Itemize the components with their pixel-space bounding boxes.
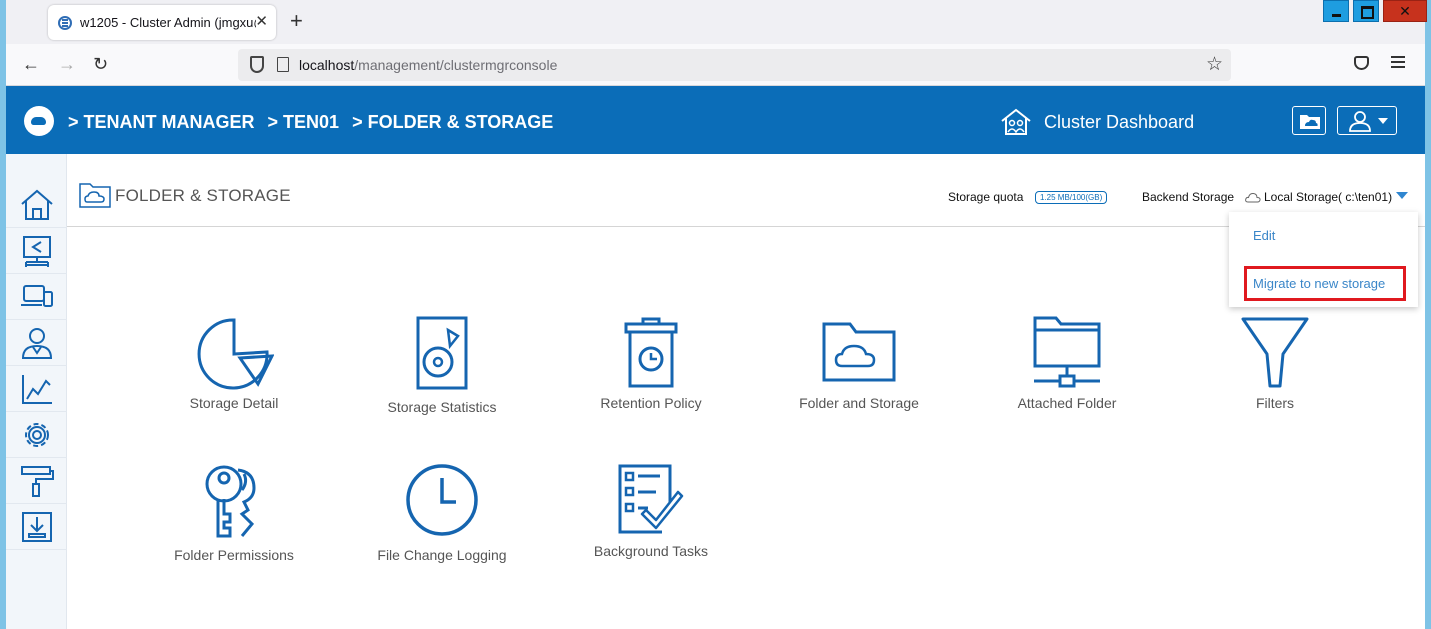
folder-button[interactable] xyxy=(1292,106,1326,135)
backend-storage-label: Backend Storage xyxy=(1142,190,1235,204)
logo[interactable] xyxy=(24,106,54,136)
tab-title: w1205 - Cluster Admin (jmgxu@ xyxy=(80,15,256,30)
backend-storage-value[interactable]: Local Storage( c:\ten01) xyxy=(1245,190,1392,204)
back-button[interactable]: ← xyxy=(22,54,40,74)
trash-clock-icon xyxy=(624,317,678,388)
hard-drive-icon xyxy=(416,316,468,390)
maximize-button[interactable] xyxy=(1353,0,1379,22)
window-controls: ✕ xyxy=(1319,0,1427,22)
sidebar-item-reports[interactable] xyxy=(6,366,67,412)
storage-quota-badge: 1.25 MB/100(GB) xyxy=(1035,191,1108,204)
tile-folder-permissions[interactable]: Folder Permissions xyxy=(144,460,324,590)
user-icon xyxy=(1349,111,1388,132)
chart-icon xyxy=(21,374,52,404)
highlight-box xyxy=(1244,266,1406,301)
cloud-icon xyxy=(1245,192,1261,202)
tile-filters[interactable]: Filters xyxy=(1185,312,1365,442)
page-title: FOLDER & STORAGE xyxy=(115,186,291,205)
share-monitor-icon xyxy=(22,235,51,267)
backend-storage-dropdown: Edit Migrate to new storage xyxy=(1229,212,1418,307)
chevron-down-icon[interactable] xyxy=(1396,192,1408,199)
url-path: /management/clustermgrconsole xyxy=(354,57,558,73)
pocket-icon[interactable] xyxy=(1354,56,1369,70)
sidebar-item-devices[interactable] xyxy=(6,274,67,320)
download-icon xyxy=(21,511,52,542)
breadcrumb: > TENANT MANAGER > TEN01 > FOLDER & STOR… xyxy=(68,112,561,133)
tile-label: Storage Detail xyxy=(189,395,279,411)
url-host: localhost xyxy=(299,57,355,73)
tile-attached-folder[interactable]: Attached Folder xyxy=(977,312,1157,442)
keys-icon xyxy=(205,465,256,538)
cluster-dashboard-link[interactable]: Cluster Dashboard xyxy=(1044,112,1194,133)
url-bar[interactable]: localhost/management/clustermgrconsole ☆ xyxy=(238,49,1231,81)
tile-label: Filters xyxy=(1255,395,1295,411)
sidebar-item-download[interactable] xyxy=(6,504,67,550)
home-icon xyxy=(20,189,53,220)
url-text[interactable]: localhost/management/clustermgrconsole xyxy=(299,57,557,73)
tile-label: Retention Policy xyxy=(600,395,702,411)
tile-label: Folder Permissions xyxy=(174,547,294,563)
storage-quota-label: Storage quota xyxy=(948,190,1024,204)
minimize-button[interactable] xyxy=(1323,0,1349,22)
forward-button[interactable]: → xyxy=(58,54,76,74)
tile-label: Folder and Storage xyxy=(799,395,919,411)
tile-label: Attached Folder xyxy=(1017,395,1117,411)
shield-icon[interactable] xyxy=(250,56,264,73)
window-frame-right xyxy=(1425,0,1431,629)
tile-folder-and-storage[interactable]: Folder and Storage xyxy=(769,312,949,442)
tile-label: File Change Logging xyxy=(377,547,507,563)
favicon-icon xyxy=(58,15,72,30)
window-close-button[interactable]: ✕ xyxy=(1383,0,1427,22)
network-folder-icon xyxy=(1033,316,1101,388)
house-users-icon[interactable] xyxy=(1000,108,1032,136)
tile-label: Background Tasks xyxy=(593,543,709,559)
user-icon xyxy=(21,327,52,359)
sidebar-item-settings[interactable] xyxy=(6,412,67,458)
app-header: > TENANT MANAGER > TEN01 > FOLDER & STOR… xyxy=(6,86,1425,154)
sidebar-item-users[interactable] xyxy=(6,320,67,366)
user-menu-button[interactable] xyxy=(1337,106,1397,135)
sidebar-item-share[interactable] xyxy=(6,228,67,274)
paint-roller-icon xyxy=(20,465,54,497)
settings-icon xyxy=(24,422,49,447)
browser-tab[interactable]: w1205 - Cluster Admin (jmgxu@ ✕ xyxy=(48,5,276,40)
backend-storage-text: Local Storage( c:\ten01) xyxy=(1264,190,1393,204)
page-icon xyxy=(277,57,289,72)
edit-menu-item[interactable]: Edit xyxy=(1253,228,1275,243)
tile-storage-detail[interactable]: Storage Detail xyxy=(144,312,324,442)
checklist-icon xyxy=(618,464,684,534)
sidebar-item-branding[interactable] xyxy=(6,458,67,504)
tile-retention-policy[interactable]: Retention Policy xyxy=(561,312,741,442)
bookmark-star-icon[interactable]: ☆ xyxy=(1206,53,1223,76)
tile-storage-statistics[interactable]: Storage Statistics xyxy=(352,312,532,442)
sidebar-item-home[interactable] xyxy=(6,182,67,228)
new-tab-button[interactable]: + xyxy=(290,10,303,32)
cloud-folder-icon xyxy=(822,322,896,382)
page-header: FOLDER & STORAGE Storage quota 1.25 MB/1… xyxy=(67,154,1425,227)
breadcrumb-ten01[interactable]: > TEN01 xyxy=(268,112,340,132)
tile-background-tasks[interactable]: Background Tasks xyxy=(561,460,741,590)
cloud-folder-icon xyxy=(79,183,111,208)
browser-tab-bar: w1205 - Cluster Admin (jmgxu@ ✕ + xyxy=(6,0,1425,44)
sidebar xyxy=(6,154,67,629)
tile-file-change-logging[interactable]: File Change Logging xyxy=(352,460,532,590)
browser-nav-bar: ← → ↻ localhost/management/clustermgrcon… xyxy=(6,44,1425,86)
breadcrumb-tenant-manager[interactable]: > TENANT MANAGER xyxy=(68,112,255,132)
pie-chart-icon xyxy=(197,318,274,390)
clock-icon xyxy=(406,464,478,536)
tile-label: Storage Statistics xyxy=(387,399,497,415)
cloud-folder-icon xyxy=(1300,115,1320,129)
funnel-icon xyxy=(1241,317,1309,388)
breadcrumb-folder-storage: > FOLDER & STORAGE xyxy=(352,112,554,132)
menu-icon[interactable] xyxy=(1391,56,1405,58)
devices-icon xyxy=(20,284,53,307)
reload-button[interactable]: ↻ xyxy=(93,54,108,74)
tab-close-icon[interactable]: ✕ xyxy=(255,14,268,29)
